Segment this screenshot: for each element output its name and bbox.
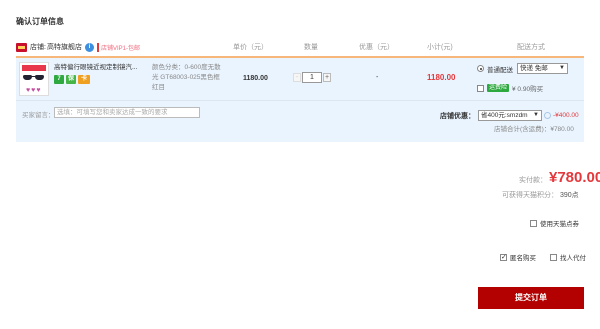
points-label: 可获得天猫积分： (502, 192, 558, 199)
payment-amount: ¥780.00 (549, 169, 600, 186)
insurance-price: ¥ 0.90购买 (512, 86, 544, 93)
sku-info: 颜色分类：0-600度无散 光 GT68003-025黑色框 红目 (152, 63, 230, 93)
shop-total: 店铺合计(含运费)：¥780.00 (494, 126, 574, 133)
shop-header: 店铺: 高特旗舰店 i 店铺VIP1-包邮 (16, 41, 140, 53)
shop-name-link[interactable]: 高特旗舰店 (47, 42, 82, 52)
use-coupon-option: 使用天猫点券 (530, 218, 579, 228)
store-icon (16, 42, 27, 52)
page-title: 确认订单信息 (16, 17, 64, 26)
service-badges: 7 保 卡 (54, 75, 90, 84)
use-coupon-checkbox[interactable] (530, 219, 537, 227)
shop-coupon-select-value: 省400元:smzdm (481, 112, 528, 119)
item-discount: - (376, 74, 379, 81)
product-title-link[interactable]: 高特偏行眼镜近视定制镜汽... (54, 63, 146, 72)
chevron-down-icon: ▼ (533, 112, 539, 118)
quantity-input[interactable]: 1 (302, 72, 322, 83)
increase-button[interactable]: + (323, 73, 331, 82)
anonymous-label: 匿名购买 (510, 255, 536, 262)
payment-label: 实付款： (519, 177, 547, 184)
purchase-options: 匿名购买 找人代付 (500, 252, 586, 262)
proxy-pay-option: 找人代付 (550, 252, 586, 262)
col-shipping: 配送方式 (517, 44, 545, 51)
vip-badge: 店铺VIP1-包邮 (100, 45, 140, 52)
item-subtotal: 1180.00 (427, 73, 456, 82)
shipping-option: 普通配送 快递 免邮 ▼ (477, 63, 568, 74)
shipping-radio[interactable] (477, 65, 484, 72)
col-quantity: 数量 (304, 44, 318, 51)
vip-divider (96, 42, 99, 52)
use-coupon-label: 使用天猫点券 (540, 221, 579, 228)
decrease-button[interactable]: - (293, 73, 301, 82)
info-icon[interactable]: i (84, 42, 94, 52)
shipping-label: 普通配送 (487, 66, 513, 74)
proxy-pay-label: 找人代付 (560, 255, 586, 262)
shop-coupon-amount: -¥400.00 (553, 112, 579, 119)
submit-order-button[interactable]: 提交订单 (478, 287, 584, 309)
sku-line: 光 GT68003-025黑色框 (152, 74, 220, 81)
insurance-checkbox[interactable] (477, 84, 484, 92)
sku-line: 颜色分类：0-600度无散 (152, 64, 221, 71)
buyer-message-input[interactable]: 选填：可填写您和卖家达成一致的要求 (54, 107, 200, 118)
shop-coupon-label: 店铺优惠： (440, 112, 475, 120)
seven-day-return-icon[interactable]: 7 (54, 75, 64, 84)
sku-line: 红目 (152, 84, 165, 91)
product-thumbnail[interactable]: ♥♥♥ (19, 62, 49, 96)
shop-label: 店铺: (30, 44, 46, 51)
help-icon[interactable] (544, 112, 551, 119)
proxy-pay-checkbox[interactable] (550, 253, 557, 261)
insurance-badge: 运费险 (487, 84, 510, 92)
shop-coupon-row: 店铺优惠： 省400元:smzdm ▼ -¥400.00 (440, 110, 579, 121)
anonymous-checkbox[interactable] (500, 253, 507, 261)
shipping-select-value: 快递 免邮 (520, 65, 548, 72)
message-label: 买家留言： (22, 112, 55, 119)
points-info: 可获得天猫积分： 390点 (502, 190, 579, 200)
col-unit-price: 单价（元） (233, 44, 268, 51)
quantity-stepper: - 1 + (293, 72, 331, 83)
col-discount: 优惠（元） (359, 44, 394, 51)
unit-price: 1180.00 (243, 75, 268, 82)
points-value: 390点 (559, 192, 579, 199)
payment-total: 实付款： ¥780.00 (519, 169, 600, 186)
chevron-down-icon: ▼ (559, 65, 565, 71)
guarantee-icon[interactable]: 保 (66, 75, 76, 84)
credit-card-icon[interactable]: 卡 (78, 75, 90, 84)
col-subtotal: 小计(元) (427, 44, 453, 51)
shipping-select[interactable]: 快递 免邮 ▼ (517, 63, 568, 74)
insurance-option: 运费险 ¥ 0.90购买 (477, 83, 543, 93)
shop-coupon-select[interactable]: 省400元:smzdm ▼ (478, 110, 542, 121)
